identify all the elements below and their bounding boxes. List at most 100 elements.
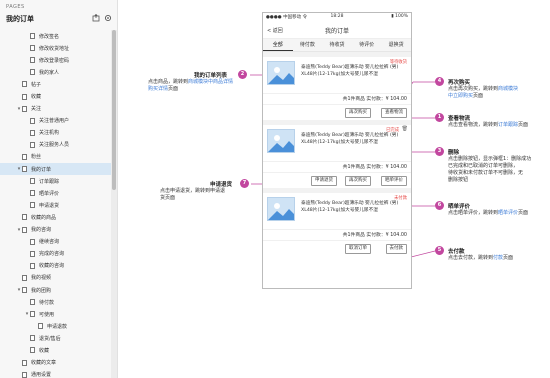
sidebar-item-label: 关注普通用户 (39, 118, 70, 125)
sidebar-item-label: 我的团购 (31, 287, 52, 294)
product-image-icon[interactable] (267, 197, 295, 221)
order-product[interactable]: 泰迪熊(Teddy Bear)超薄乐动 婴儿拉拉裤 (男) XL48片(12-1… (263, 57, 411, 93)
scrollbar-thumb[interactable] (112, 30, 116, 190)
annotation-logistics-title: 查看物流 (448, 116, 471, 122)
tab-all[interactable]: 全部 (263, 39, 293, 51)
sidebar-item[interactable]: 收藏的商品 (0, 211, 112, 223)
sidebar-item-label: 通用设置 (31, 372, 52, 378)
order-total: 共1件商品 实付款：¥ 104.00 (263, 161, 411, 172)
page-icon (30, 347, 35, 354)
sidebar-item[interactable]: 完成的咨询 (0, 248, 112, 260)
sidebar-item[interactable]: 修改收货地址 (0, 42, 112, 54)
sidebar-item[interactable]: 关注机构 (0, 127, 112, 139)
annotation-pay-desc: 点击去付款，跳转到付款页面 (448, 255, 514, 261)
annotation-marker: 2 (238, 70, 247, 79)
sidebar-item-label: 收藏 (31, 94, 42, 101)
view-logistics-button[interactable]: 查看物流 (381, 108, 407, 118)
sidebar-item[interactable]: 申请退货 (0, 199, 112, 211)
sidebar-item[interactable]: ▾ 我的团购 (0, 284, 112, 296)
sidebar-item[interactable]: 关注服务人员 (0, 139, 112, 151)
canvas: PAGES 我的订单 修改签名修改收货地址 修改登录密码我的家人 帖子收藏 ▾ 关注关注… (0, 0, 550, 378)
pay-button[interactable]: 去付款 (385, 244, 407, 254)
page-icon (30, 57, 35, 64)
sidebar-item-label: 订单跟踪 (39, 178, 60, 185)
annotation-order-list-desc: 点击商品，跳转到商城模块中商品详情 (148, 79, 234, 85)
sidebar-item[interactable]: 收藏的咨询 (0, 260, 112, 272)
annotation-logistics-desc: 点击查看物流，跳转到订单跟踪页面 (448, 122, 529, 128)
sidebar-item[interactable]: 待付款 (0, 296, 112, 308)
tab-pending-payment[interactable]: 待付款 (293, 39, 323, 51)
cancel-order-button[interactable]: 取消订单 (345, 244, 371, 254)
sidebar-item-label: 修改收货地址 (39, 45, 70, 52)
tab-pending-receipt[interactable]: 待收货 (322, 39, 352, 51)
review-order-button[interactable]: 晒单评价 (381, 176, 407, 186)
annotation-marker: 6 (435, 201, 444, 210)
settings-icon[interactable] (104, 14, 112, 22)
order-actions: 再次购买 查看物流 (263, 104, 411, 120)
sidebar-item-label: 粉丝 (31, 154, 42, 161)
sidebar-item[interactable]: 收藏 (0, 344, 112, 356)
buy-again-button[interactable]: 再次购买 (345, 176, 371, 186)
sidebar-scrollbar[interactable] (111, 30, 117, 378)
sidebar-item[interactable]: 修改签名 (0, 30, 112, 42)
page-tree: 修改签名修改收货地址 修改登录密码我的家人 帖子收藏 ▾ 关注关注普通用户关注机构 关注服… (0, 30, 112, 378)
sidebar-item[interactable]: 我的家人 (0, 66, 112, 78)
battery-indicator: ▮ 100% (391, 14, 408, 19)
sidebar-item[interactable]: 粉丝 (0, 151, 112, 163)
sidebar-item[interactable]: ▾ 关注 (0, 103, 112, 115)
sidebar-item[interactable]: 帖子 (0, 78, 112, 90)
sidebar-item[interactable]: ▾ 可使用 (0, 308, 112, 320)
page-icon (30, 117, 35, 124)
page-icon (22, 226, 27, 233)
sidebar-item[interactable]: 通用设置 (0, 369, 112, 378)
page-icon (30, 129, 35, 136)
page-icon (30, 250, 35, 257)
sidebar-item-label: 我的咨询 (31, 227, 52, 234)
sidebar-item[interactable]: 我的视频 (0, 272, 112, 284)
sidebar-item[interactable]: ▾ 我的咨询 (0, 224, 112, 236)
annotation-review-title: 晒单评价 (448, 204, 471, 210)
order-product[interactable]: 泰迪熊(Teddy Bear)超薄乐动 婴儿拉拉裤 (男) XL48片(12-1… (263, 125, 411, 161)
sidebar-item[interactable]: ▾ 我的订单 (0, 163, 112, 176)
navigation-bar: < 返回 我的订单 (263, 21, 411, 39)
page-icon (22, 166, 27, 173)
annotation-marker: 5 (435, 246, 444, 255)
sidebar-item[interactable]: 申请退款 (0, 320, 112, 332)
order-product[interactable]: 泰迪熊(Teddy Bear)超薄乐动 婴儿拉拉裤 (男) XL48片(12-1… (263, 193, 411, 229)
annotation-pay-title: 去付款 (448, 249, 465, 255)
sidebar-item[interactable]: 继续咨询 (0, 236, 112, 248)
status-time: 18:28 (330, 14, 344, 19)
export-icon[interactable] (92, 13, 100, 22)
tab-returns[interactable]: 退换货 (381, 39, 411, 51)
page-icon (30, 238, 35, 245)
annotation-marker: 4 (435, 77, 444, 86)
annotation-marker: 7 (240, 179, 249, 188)
sidebar-item[interactable]: 收藏的文章 (0, 357, 112, 369)
sidebar-item[interactable]: 修改登录密码 (0, 54, 112, 66)
sidebar-item[interactable]: 收藏 (0, 90, 112, 102)
sidebar-item[interactable]: 退货/售后 (0, 332, 112, 344)
apply-return-button[interactable]: 申请退货 (311, 176, 337, 186)
sidebar-item-label: 完成的咨询 (39, 251, 65, 258)
sidebar-item-label: 我的视频 (31, 275, 52, 282)
annotation-order-list-title: 我的订单列表 (194, 73, 228, 79)
sidebar-item[interactable]: 订单跟踪 (0, 175, 112, 187)
sidebar-item-label: 可使用 (39, 311, 55, 318)
sidebar-item[interactable]: 晒单评价 (0, 187, 112, 199)
annotation-delete-desc: 删除按钮 (448, 177, 469, 183)
buy-again-button[interactable]: 再次购买 (345, 108, 371, 118)
page-icon (30, 33, 35, 40)
page-icon (22, 371, 27, 378)
order-tabs: 全部 待付款 待收货 待评价 退换货 (263, 39, 411, 52)
sidebar-item-label: 晒单评价 (39, 190, 60, 197)
page-icon (22, 274, 27, 281)
tab-pending-review[interactable]: 待评价 (352, 39, 382, 51)
sidebar-item[interactable]: 关注普通用户 (0, 115, 112, 127)
order-card: 已完成 🗑 泰迪熊(Teddy Bear)超薄乐动 婴儿拉拉裤 (男) XL48… (263, 125, 411, 188)
sidebar-header: PAGES 我的订单 (0, 0, 117, 30)
page-icon (30, 202, 35, 209)
sidebar-item-label: 修改登录密码 (39, 57, 70, 64)
annotation-delete-desc: 待收货和未付款订单不可删除，无 (448, 170, 524, 176)
product-image-icon[interactable] (267, 61, 295, 85)
product-image-icon[interactable] (267, 129, 295, 153)
